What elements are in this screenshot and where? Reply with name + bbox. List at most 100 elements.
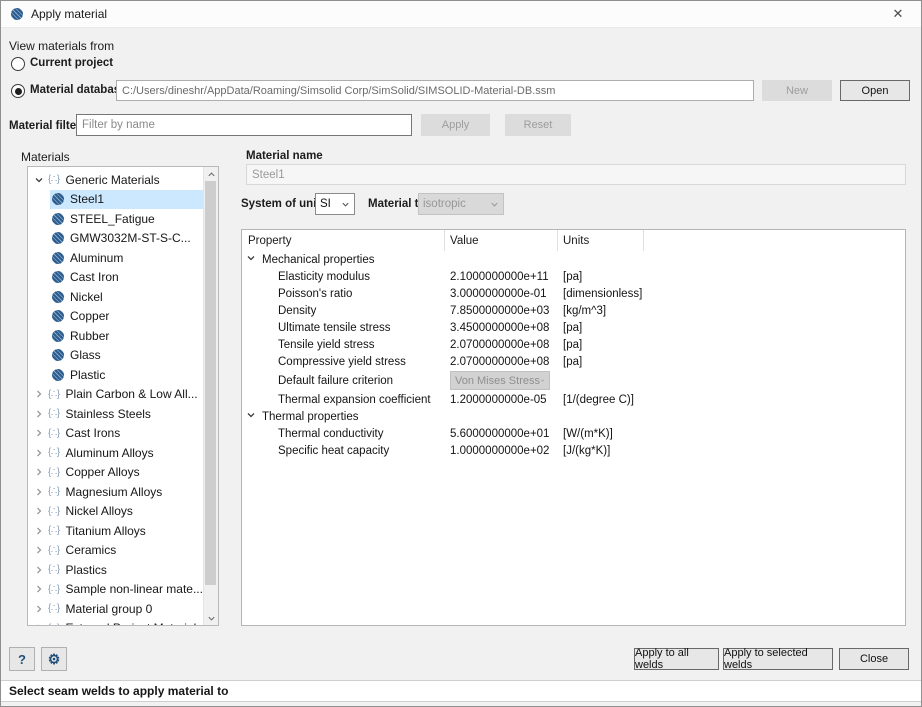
chevron-right-icon[interactable] — [32, 487, 46, 497]
column-header-value[interactable]: Value — [445, 230, 558, 251]
chevron-right-icon[interactable] — [32, 409, 46, 419]
current-project-label[interactable]: Current project — [30, 57, 113, 69]
chevron-right-icon[interactable] — [32, 604, 46, 614]
database-path-field[interactable]: C:/Users/dineshr/AppData/Roaming/Simsoli… — [116, 80, 754, 101]
tree-item-aluminum[interactable]: Aluminum — [28, 248, 203, 268]
tree-item-nickel[interactable]: Nickel — [28, 287, 203, 307]
filter-reset-button[interactable]: Reset — [505, 114, 571, 136]
new-button[interactable]: New — [762, 80, 832, 101]
tree-item-stainless-steels[interactable]: {∴}Stainless Steels — [28, 404, 203, 424]
tree-item-content[interactable]: {∴}Sample non-linear mate... — [46, 580, 203, 600]
settings-button[interactable]: ⚙ — [41, 647, 67, 671]
tree-item-plastics[interactable]: {∴}Plastics — [28, 560, 203, 580]
tree-item-content[interactable]: {∴}Aluminum Alloys — [46, 443, 203, 463]
system-of-units-select[interactable]: SI — [315, 193, 355, 215]
chevron-right-icon[interactable] — [32, 565, 46, 575]
tree-item-content[interactable]: Steel1 — [50, 190, 203, 210]
scrollbar-thumb[interactable] — [205, 181, 216, 585]
chevron-right-icon[interactable] — [32, 545, 46, 555]
tree-item-ceramics[interactable]: {∴}Ceramics — [28, 541, 203, 561]
tree-item-generic-materials[interactable]: {∴}Generic Materials — [28, 170, 203, 190]
open-button[interactable]: Open — [840, 80, 910, 101]
chevron-right-icon[interactable] — [32, 623, 46, 626]
tree-item-content[interactable]: {∴}Nickel Alloys — [46, 502, 203, 522]
tree-item-aluminum-alloys[interactable]: {∴}Aluminum Alloys — [28, 443, 203, 463]
chevron-right-icon[interactable] — [32, 467, 46, 477]
tree-item-content[interactable]: {∴}Material group 0 — [46, 599, 203, 619]
tree-item-content[interactable]: Plastic — [50, 365, 203, 385]
column-header-units[interactable]: Units — [558, 230, 644, 251]
apply-to-selected-welds-button[interactable]: Apply to selected welds — [723, 648, 833, 670]
chevron-down-icon[interactable] — [32, 175, 46, 185]
tree-item-rubber[interactable]: Rubber — [28, 326, 203, 346]
tree-item-titanium-alloys[interactable]: {∴}Titanium Alloys — [28, 521, 203, 541]
tree-item-content[interactable]: {∴}Magnesium Alloys — [46, 482, 203, 502]
close-icon[interactable]: ✕ — [875, 1, 921, 27]
tree-item-steel-fatigue[interactable]: STEEL_Fatigue — [28, 209, 203, 229]
chevron-right-icon[interactable] — [32, 526, 46, 536]
chevron-right-icon[interactable] — [32, 584, 46, 594]
chevron-down-icon[interactable] — [246, 410, 256, 423]
tree-item-content[interactable]: {∴}Plastics — [46, 560, 203, 580]
chevron-right-icon[interactable] — [32, 448, 46, 458]
tree-item-glass[interactable]: Glass — [28, 346, 203, 366]
tree-item-nickel-alloys[interactable]: {∴}Nickel Alloys — [28, 502, 203, 522]
scroll-up-icon[interactable] — [204, 167, 218, 181]
property-row-specific-heat-capacity[interactable]: Specific heat capacity1.0000000000e+02[J… — [242, 442, 905, 459]
column-header-property[interactable]: Property — [242, 230, 445, 251]
tree-item-content[interactable]: Nickel — [50, 287, 203, 307]
tree-item-steel1[interactable]: Steel1 — [28, 190, 203, 210]
tree-item-content[interactable]: {∴}Generic Materials — [46, 170, 203, 190]
tree-item-magnesium-alloys[interactable]: {∴}Magnesium Alloys — [28, 482, 203, 502]
property-row-mechanical-properties[interactable]: Mechanical properties — [242, 251, 905, 268]
tree-item-content[interactable]: {∴}Stainless Steels — [46, 404, 203, 424]
tree-item-cast-irons[interactable]: {∴}Cast Irons — [28, 424, 203, 444]
tree-item-content[interactable]: Copper — [50, 307, 203, 327]
property-row-ultimate-tensile-stress[interactable]: Ultimate tensile stress3.4500000000e+08[… — [242, 319, 905, 336]
property-row-thermal-properties[interactable]: Thermal properties — [242, 408, 905, 425]
close-button[interactable]: Close — [839, 648, 909, 670]
tree-item-content[interactable]: {∴}Copper Alloys — [46, 463, 203, 483]
property-row-density[interactable]: Density7.8500000000e+03[kg/m^3] — [242, 302, 905, 319]
material-database-label[interactable]: Material database — [30, 84, 127, 96]
tree-item-cast-iron[interactable]: Cast Iron — [28, 268, 203, 288]
tree-item-plastic[interactable]: Plastic — [28, 365, 203, 385]
tree-item-content[interactable]: {∴}External Project Materials — [46, 619, 203, 627]
tree-item-copper[interactable]: Copper — [28, 307, 203, 327]
scroll-down-icon[interactable] — [204, 611, 218, 625]
tree-item-material-group-0[interactable]: {∴}Material group 0 — [28, 599, 203, 619]
chevron-right-icon[interactable] — [32, 506, 46, 516]
property-row-compressive-yield-stress[interactable]: Compressive yield stress2.0700000000e+08… — [242, 353, 905, 370]
tree-item-content[interactable]: STEEL_Fatigue — [50, 209, 203, 229]
property-row-default-failure-criterion[interactable]: Default failure criterionVon Mises Stres… — [242, 370, 905, 391]
tree-item-copper-alloys[interactable]: {∴}Copper Alloys — [28, 463, 203, 483]
help-button[interactable]: ? — [9, 647, 35, 671]
chevron-right-icon[interactable] — [32, 428, 46, 438]
material-database-radio[interactable] — [11, 84, 25, 98]
property-row-thermal-conductivity[interactable]: Thermal conductivity5.6000000000e+01[W/(… — [242, 425, 905, 442]
filter-apply-button[interactable]: Apply — [421, 114, 490, 136]
property-row-tensile-yield-stress[interactable]: Tensile yield stress2.0700000000e+08[pa] — [242, 336, 905, 353]
tree-scrollbar[interactable] — [203, 167, 218, 625]
current-project-radio[interactable] — [11, 57, 25, 71]
material-type-select[interactable]: isotropic — [418, 193, 504, 215]
apply-to-all-welds-button[interactable]: Apply to all welds — [634, 648, 719, 670]
property-row-elasticity-modulus[interactable]: Elasticity modulus2.1000000000e+11[pa] — [242, 268, 905, 285]
tree-item-content[interactable]: Cast Iron — [50, 268, 203, 288]
tree-item-plain-carbon-low-all[interactable]: {∴}Plain Carbon & Low All... — [28, 385, 203, 405]
tree-item-gmw3032m-st-s-c[interactable]: GMW3032M-ST-S-C... — [28, 229, 203, 249]
property-row-thermal-expansion-coefficient[interactable]: Thermal expansion coefficient1.200000000… — [242, 391, 905, 408]
failure-criterion-select[interactable]: Von Mises Stress — [450, 371, 550, 390]
filter-input[interactable] — [76, 114, 412, 136]
chevron-down-icon[interactable] — [246, 253, 256, 266]
tree-item-content[interactable]: {∴}Cast Irons — [46, 424, 203, 444]
tree-item-content[interactable]: {∴}Titanium Alloys — [46, 521, 203, 541]
tree-item-content[interactable]: GMW3032M-ST-S-C... — [50, 229, 203, 249]
chevron-right-icon[interactable] — [32, 389, 46, 399]
tree-item-content[interactable]: {∴}Plain Carbon & Low All... — [46, 385, 203, 405]
tree-item-sample-non-linear-mate[interactable]: {∴}Sample non-linear mate... — [28, 580, 203, 600]
property-row-poisson-s-ratio[interactable]: Poisson's ratio3.0000000000e-01[dimensio… — [242, 285, 905, 302]
tree-item-external-project-materials[interactable]: {∴}External Project Materials — [28, 619, 203, 627]
tree-item-content[interactable]: Aluminum — [50, 248, 203, 268]
tree-item-content[interactable]: {∴}Ceramics — [46, 541, 203, 561]
